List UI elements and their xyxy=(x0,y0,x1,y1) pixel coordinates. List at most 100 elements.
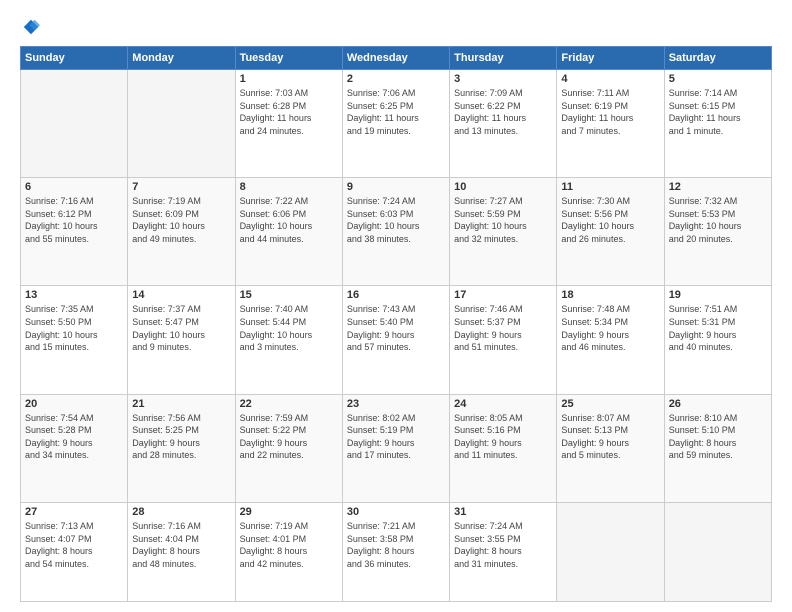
calendar-cell: 22 Sunrise: 7:59 AM Sunset: 5:22 PM Dayli… xyxy=(235,394,342,502)
day-number: 8 xyxy=(240,181,338,193)
day-info: Sunrise: 7:48 AM Sunset: 5:34 PM Dayligh… xyxy=(561,303,659,353)
day-number: 16 xyxy=(347,289,445,301)
day-number: 11 xyxy=(561,181,659,193)
day-info: Sunrise: 8:07 AM Sunset: 5:13 PM Dayligh… xyxy=(561,412,659,462)
day-number: 22 xyxy=(240,398,338,410)
calendar-cell xyxy=(557,502,664,601)
header xyxy=(20,18,772,36)
day-info: Sunrise: 7:54 AM Sunset: 5:28 PM Dayligh… xyxy=(25,412,123,462)
day-header-sunday: Sunday xyxy=(21,47,128,70)
day-info: Sunrise: 7:19 AM Sunset: 6:09 PM Dayligh… xyxy=(132,195,230,245)
calendar-table: SundayMondayTuesdayWednesdayThursdayFrid… xyxy=(20,46,772,602)
day-number: 7 xyxy=(132,181,230,193)
day-info: Sunrise: 7:03 AM Sunset: 6:28 PM Dayligh… xyxy=(240,87,338,137)
day-number: 13 xyxy=(25,289,123,301)
day-info: Sunrise: 7:11 AM Sunset: 6:19 PM Dayligh… xyxy=(561,87,659,137)
day-number: 23 xyxy=(347,398,445,410)
day-info: Sunrise: 7:21 AM Sunset: 3:58 PM Dayligh… xyxy=(347,520,445,570)
day-number: 26 xyxy=(669,398,767,410)
day-number: 17 xyxy=(454,289,552,301)
day-number: 27 xyxy=(25,506,123,518)
day-number: 5 xyxy=(669,73,767,85)
day-info: Sunrise: 7:59 AM Sunset: 5:22 PM Dayligh… xyxy=(240,412,338,462)
day-number: 19 xyxy=(669,289,767,301)
day-info: Sunrise: 7:35 AM Sunset: 5:50 PM Dayligh… xyxy=(25,303,123,353)
day-info: Sunrise: 7:22 AM Sunset: 6:06 PM Dayligh… xyxy=(240,195,338,245)
day-info: Sunrise: 7:24 AM Sunset: 6:03 PM Dayligh… xyxy=(347,195,445,245)
calendar-cell: 24 Sunrise: 8:05 AM Sunset: 5:16 PM Dayli… xyxy=(450,394,557,502)
calendar-week-row: 13 Sunrise: 7:35 AM Sunset: 5:50 PM Dayli… xyxy=(21,286,772,394)
calendar-header-row: SundayMondayTuesdayWednesdayThursdayFrid… xyxy=(21,47,772,70)
day-header-friday: Friday xyxy=(557,47,664,70)
calendar-cell: 7 Sunrise: 7:19 AM Sunset: 6:09 PM Daylig… xyxy=(128,178,235,286)
day-info: Sunrise: 7:37 AM Sunset: 5:47 PM Dayligh… xyxy=(132,303,230,353)
calendar-cell: 14Sunrise: 7:37 AM Sunset: 5:47 PM Dayli… xyxy=(128,286,235,394)
day-info: Sunrise: 7:09 AM Sunset: 6:22 PM Dayligh… xyxy=(454,87,552,137)
day-header-tuesday: Tuesday xyxy=(235,47,342,70)
calendar-cell: 26 Sunrise: 8:10 AM Sunset: 5:10 PM Dayli… xyxy=(664,394,771,502)
calendar-cell: 28 Sunrise: 7:16 AM Sunset: 4:04 PM Dayli… xyxy=(128,502,235,601)
calendar-cell: 4Sunrise: 7:11 AM Sunset: 6:19 PM Daylig… xyxy=(557,70,664,178)
day-info: Sunrise: 7:13 AM Sunset: 4:07 PM Dayligh… xyxy=(25,520,123,570)
calendar-cell: 11 Sunrise: 7:30 AM Sunset: 5:56 PM Dayli… xyxy=(557,178,664,286)
day-info: Sunrise: 7:32 AM Sunset: 5:53 PM Dayligh… xyxy=(669,195,767,245)
calendar-cell: 2Sunrise: 7:06 AM Sunset: 6:25 PM Daylig… xyxy=(342,70,449,178)
calendar-cell: 3 Sunrise: 7:09 AM Sunset: 6:22 PM Daylig… xyxy=(450,70,557,178)
day-info: Sunrise: 7:24 AM Sunset: 3:55 PM Dayligh… xyxy=(454,520,552,570)
calendar-cell: 16 Sunrise: 7:43 AM Sunset: 5:40 PM Dayli… xyxy=(342,286,449,394)
day-info: Sunrise: 8:02 AM Sunset: 5:19 PM Dayligh… xyxy=(347,412,445,462)
calendar-cell xyxy=(21,70,128,178)
calendar-cell: 18 Sunrise: 7:48 AM Sunset: 5:34 PM Dayli… xyxy=(557,286,664,394)
calendar-cell: 31 Sunrise: 7:24 AM Sunset: 3:55 PM Dayli… xyxy=(450,502,557,601)
day-number: 6 xyxy=(25,181,123,193)
day-number: 21 xyxy=(132,398,230,410)
day-header-thursday: Thursday xyxy=(450,47,557,70)
day-number: 12 xyxy=(669,181,767,193)
day-header-saturday: Saturday xyxy=(664,47,771,70)
calendar-cell xyxy=(664,502,771,601)
day-number: 31 xyxy=(454,506,552,518)
day-number: 15 xyxy=(240,289,338,301)
day-number: 25 xyxy=(561,398,659,410)
day-info: Sunrise: 7:16 AM Sunset: 6:12 PM Dayligh… xyxy=(25,195,123,245)
day-number: 9 xyxy=(347,181,445,193)
day-info: Sunrise: 7:43 AM Sunset: 5:40 PM Dayligh… xyxy=(347,303,445,353)
day-number: 20 xyxy=(25,398,123,410)
calendar-cell: 13 Sunrise: 7:35 AM Sunset: 5:50 PM Dayli… xyxy=(21,286,128,394)
day-number: 30 xyxy=(347,506,445,518)
calendar-cell: 21 Sunrise: 7:56 AM Sunset: 5:25 PM Dayli… xyxy=(128,394,235,502)
logo xyxy=(20,18,40,36)
day-number: 3 xyxy=(454,73,552,85)
day-info: Sunrise: 7:14 AM Sunset: 6:15 PM Dayligh… xyxy=(669,87,767,137)
day-info: Sunrise: 7:06 AM Sunset: 6:25 PM Dayligh… xyxy=(347,87,445,137)
calendar-week-row: 27 Sunrise: 7:13 AM Sunset: 4:07 PM Dayli… xyxy=(21,502,772,601)
day-number: 24 xyxy=(454,398,552,410)
calendar-cell: 27 Sunrise: 7:13 AM Sunset: 4:07 PM Dayli… xyxy=(21,502,128,601)
day-number: 28 xyxy=(132,506,230,518)
day-number: 18 xyxy=(561,289,659,301)
calendar-cell: 30 Sunrise: 7:21 AM Sunset: 3:58 PM Dayli… xyxy=(342,502,449,601)
calendar-week-row: 20 Sunrise: 7:54 AM Sunset: 5:28 PM Dayli… xyxy=(21,394,772,502)
calendar-cell: 23 Sunrise: 8:02 AM Sunset: 5:19 PM Dayli… xyxy=(342,394,449,502)
day-info: Sunrise: 7:46 AM Sunset: 5:37 PM Dayligh… xyxy=(454,303,552,353)
day-info: Sunrise: 8:05 AM Sunset: 5:16 PM Dayligh… xyxy=(454,412,552,462)
calendar-cell: 8 Sunrise: 7:22 AM Sunset: 6:06 PM Daylig… xyxy=(235,178,342,286)
day-number: 10 xyxy=(454,181,552,193)
calendar-cell: 9 Sunrise: 7:24 AM Sunset: 6:03 PM Daylig… xyxy=(342,178,449,286)
day-info: Sunrise: 7:30 AM Sunset: 5:56 PM Dayligh… xyxy=(561,195,659,245)
day-number: 1 xyxy=(240,73,338,85)
day-number: 29 xyxy=(240,506,338,518)
day-info: Sunrise: 7:56 AM Sunset: 5:25 PM Dayligh… xyxy=(132,412,230,462)
calendar-cell: 20 Sunrise: 7:54 AM Sunset: 5:28 PM Dayli… xyxy=(21,394,128,502)
calendar-cell: 12 Sunrise: 7:32 AM Sunset: 5:53 PM Dayli… xyxy=(664,178,771,286)
calendar-cell: 25 Sunrise: 8:07 AM Sunset: 5:13 PM Dayli… xyxy=(557,394,664,502)
calendar-cell: 29Sunrise: 7:19 AM Sunset: 4:01 PM Dayli… xyxy=(235,502,342,601)
calendar-cell: 19Sunrise: 7:51 AM Sunset: 5:31 PM Dayli… xyxy=(664,286,771,394)
day-info: Sunrise: 8:10 AM Sunset: 5:10 PM Dayligh… xyxy=(669,412,767,462)
calendar-cell xyxy=(128,70,235,178)
day-info: Sunrise: 7:27 AM Sunset: 5:59 PM Dayligh… xyxy=(454,195,552,245)
logo-icon xyxy=(22,18,40,36)
day-info: Sunrise: 7:16 AM Sunset: 4:04 PM Dayligh… xyxy=(132,520,230,570)
calendar-cell: 17 Sunrise: 7:46 AM Sunset: 5:37 PM Dayli… xyxy=(450,286,557,394)
day-info: Sunrise: 7:40 AM Sunset: 5:44 PM Dayligh… xyxy=(240,303,338,353)
